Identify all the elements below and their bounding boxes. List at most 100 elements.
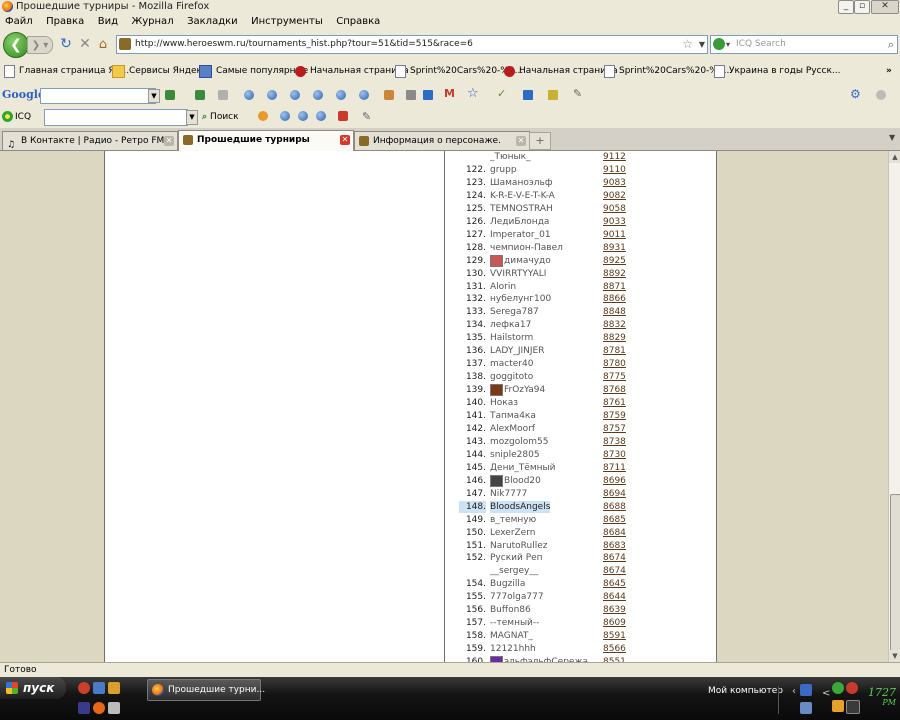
quicklaunch-firefox-icon[interactable] [93,702,105,714]
bookmark-item[interactable]: Сервисы Яндекса [112,64,212,78]
score-link[interactable]: 9033 [603,216,626,228]
search-engine-icon[interactable] [713,38,725,50]
menu-tools[interactable]: Инструменты [246,14,328,30]
tab-list-dropdown-icon[interactable]: ▼ [889,133,895,142]
score-link[interactable]: 8674 [603,552,626,564]
player-name[interactable]: чемпион-Павел [490,242,563,254]
player-name[interactable]: Buffon86 [490,604,531,616]
tab-close-icon[interactable]: ✕ [516,136,526,146]
tab-close-icon[interactable]: ✕ [340,135,350,145]
player-name[interactable]: goggitoto [490,371,533,383]
tray-back-icon[interactable]: < [822,688,830,699]
icq-search-button[interactable]: ⌕ Поиск [202,106,239,128]
library-icon[interactable] [406,90,416,100]
quicklaunch-app-icon[interactable] [93,682,105,694]
score-link[interactable]: 8761 [603,397,626,409]
score-link[interactable]: 8848 [603,306,626,318]
player-name[interactable]: Ноказ [490,397,518,409]
bookmarks-icon[interactable] [384,90,394,100]
tray-expand-icon[interactable]: ‹ [792,686,796,697]
player-name[interactable]: macter40 [490,358,533,370]
zoom-out-icon[interactable] [316,111,326,121]
new-tab-button[interactable]: + [529,132,551,150]
player-name[interactable]: Serega787 [490,306,539,318]
tray-app-icon[interactable] [832,700,844,712]
player-name[interactable]: лефка17 [490,319,531,331]
tray-icq-icon[interactable] [832,682,844,694]
player-name[interactable]: димачудо [490,254,551,267]
player-name[interactable]: Nik7777 [490,488,527,500]
toolbar-globe-icon[interactable] [267,90,277,100]
icq-dropdown-icon[interactable]: ▼ [186,110,198,125]
score-link[interactable]: 8711 [603,462,626,474]
score-link[interactable]: 9082 [603,190,626,202]
player-name[interactable]: ЛедиБлонда [490,216,549,228]
google-dropdown-icon[interactable]: ▼ [148,89,160,103]
player-name[interactable]: K-R-E-V-E-T-K-A [490,190,555,202]
player-name[interactable]: BloodsAngels [490,500,551,513]
maximize-button[interactable]: ▫ [854,0,870,14]
player-name[interactable]: NarutoRullez [490,540,548,552]
player-name[interactable]: Blood20 [490,474,541,487]
score-link[interactable]: 8591 [603,630,626,642]
score-link[interactable]: 8781 [603,345,626,357]
icq-smile-icon[interactable] [258,111,268,121]
quicklaunch-app-icon[interactable] [108,682,120,694]
my-computer-label[interactable]: Мой компьютер [708,686,783,696]
url-text[interactable]: http://www.heroeswm.ru/tournaments_hist.… [135,36,473,53]
quicklaunch-app-icon[interactable] [78,702,90,714]
zoom-icon[interactable] [280,111,290,121]
player-name[interactable]: Тапма4ка [490,410,536,422]
home-icon[interactable]: ⌂ [95,36,111,52]
google-search-input[interactable] [40,88,156,104]
player-name[interactable]: MAGNAT_ [490,630,533,642]
scroll-down-icon[interactable]: ▼ [889,650,900,662]
toolbar-globe-icon[interactable] [313,90,323,100]
score-link[interactable]: 9058 [603,203,626,215]
player-name[interactable]: LexerZern [490,527,535,539]
score-link[interactable]: 8696 [603,475,626,487]
score-link[interactable]: 8694 [603,488,626,500]
send-icon[interactable] [548,90,558,100]
player-name[interactable]: VVIRRTYYALI [490,268,546,280]
tray-network-icon[interactable] [800,684,812,696]
score-link[interactable]: 8832 [603,319,626,331]
score-link[interactable]: 8759 [603,410,626,422]
score-link[interactable]: 8871 [603,281,626,293]
google-news-icon[interactable] [195,90,205,100]
score-link[interactable]: 8688 [603,501,626,513]
spellcheck-icon[interactable]: ✓ [497,87,506,100]
url-bar[interactable]: http://www.heroeswm.ru/tournaments_hist.… [116,35,708,54]
bookmark-item[interactable]: Начальная страница [504,64,618,78]
search-engine-dropdown-icon[interactable]: ▾ [726,36,730,53]
score-link[interactable]: 8683 [603,540,626,552]
score-link[interactable]: 8674 [603,565,626,577]
menu-view[interactable]: Вид [93,14,123,30]
tab-vkontakte[interactable]: ♫ В Контакте | Радио - Ретро FM ✕ [2,131,178,150]
gmail-icon[interactable]: M [444,87,455,100]
toolbar-globe-icon[interactable] [244,90,254,100]
tray-app-icon[interactable] [846,700,860,714]
quicklaunch-app-icon[interactable] [78,682,90,694]
bookmark-item[interactable]: Главная страница Ян... [4,64,129,78]
search-icon[interactable]: ⌕ [888,36,894,53]
google-pagerank-icon[interactable] [218,90,228,100]
user-icon[interactable] [338,111,348,121]
score-link[interactable]: 8892 [603,268,626,280]
player-name[interactable]: Руский Реп [490,552,543,564]
player-name[interactable]: _Тюнык_ [490,151,531,163]
menu-edit[interactable]: Правка [41,14,89,30]
score-link[interactable]: 8639 [603,604,626,616]
score-link[interactable]: 8780 [603,358,626,370]
menu-file[interactable]: Файл [0,14,38,30]
google-search-icon[interactable] [165,90,175,100]
tab-close-icon[interactable]: ✕ [164,136,174,146]
bookmark-item[interactable]: Начальная страница [295,64,409,78]
icq-search-input[interactable] [44,109,188,126]
back-button[interactable]: ❮ [3,32,29,58]
score-link[interactable]: 8684 [603,527,626,539]
score-link[interactable]: 8645 [603,578,626,590]
vertical-scrollbar[interactable]: ▲ ▼ [888,151,900,672]
toolbar-globe-icon[interactable] [336,90,346,100]
stop-icon[interactable]: ✕ [77,36,93,52]
